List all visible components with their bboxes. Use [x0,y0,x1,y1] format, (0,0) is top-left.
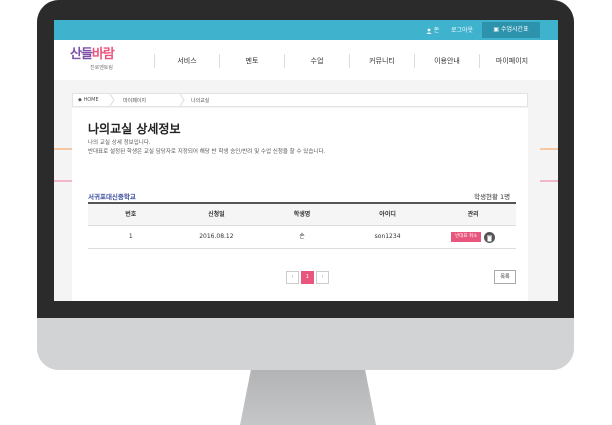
cell-id: son1234 [374,233,401,240]
calendar-icon: ▣ [493,26,500,33]
nav-item-service[interactable]: 서비스 [154,54,219,68]
logo[interactable]: 산들바람 [70,43,115,62]
nav-item-community[interactable]: 커뮤니티 [349,54,414,68]
pagination-page-current[interactable]: 1 [301,271,314,284]
nav-item-guide[interactable]: 이용안내 [414,54,479,68]
pagination: ‹ 1 › [286,271,329,284]
user-name: 돈 [433,27,440,34]
screen: 돈 로그아웃 ▣ 수업시간표 산들바람 진로멘토링 서비스 멘토 수업 커뮤니티… [54,20,558,301]
column-header-no: 번호 [125,211,137,218]
pagination-prev[interactable]: ‹ [286,271,299,284]
column-header-id: 아이디 [379,211,396,218]
breadcrumb-home-label: HOME [83,97,99,103]
header: 산들바람 진로멘토링 서비스 멘토 수업 커뮤니티 이용안내 마이페이지 [54,40,558,80]
student-count: 학생현황 1명 [474,193,511,201]
column-header-date: 신청일 [208,211,225,218]
page-description: 나의 교실 상세 정보입니다. [88,140,151,146]
monitor-chin [37,318,574,370]
logo-text-a: 산들 [70,47,93,62]
breadcrumb-home[interactable]: ◆ HOME [78,97,99,103]
cancel-representative-button[interactable]: 반대표 취소 [451,232,482,242]
page-note: 반대표로 설정된 학생은 교실 담당자로 지정되어 해당 반 학생 승인/반려 … [88,149,326,155]
decorative-stripe-right [540,148,558,182]
list-button[interactable]: 목록 [494,270,516,284]
main-nav: 서비스 멘토 수업 커뮤니티 이용안내 마이페이지 [154,54,544,68]
table-header: 번호 신청일 학생명 아이디 관리 [88,204,516,226]
logo-text-b: 바람 [91,47,115,62]
nav-item-mentor[interactable]: 멘토 [219,54,284,68]
trash-glyph [487,235,493,241]
cell-name: 손 [299,233,305,240]
nav-item-class[interactable]: 수업 [284,54,349,68]
decorative-stripe-left [54,148,72,182]
column-header-manage: 관리 [467,211,479,218]
user-link[interactable]: 돈 [426,25,439,34]
chevron-right-icon [109,94,115,106]
logo-subtitle: 진로멘토링 [90,65,114,71]
pagination-next[interactable]: › [316,271,329,284]
top-bar: 돈 로그아웃 ▣ 수업시간표 [54,20,558,40]
schedule-button-label: 수업시간표 [500,26,529,33]
column-header-name: 학생명 [293,211,311,218]
cell-manage: 반대표 취소 [430,226,516,248]
monitor-stand [240,370,376,425]
cell-no: 1 [128,233,133,240]
breadcrumb-mypage[interactable]: 마이페이지 [123,97,146,104]
table-row: 1 2016.08.12 손 son1234 반대표 취소 [88,226,516,249]
schedule-button[interactable]: ▣ 수업시간표 [482,22,540,38]
nav-item-mypage[interactable]: 마이페이지 [479,54,544,68]
home-icon: ◆ [78,97,82,103]
breadcrumb: ◆ HOME 마이페이지 나의교실 [72,93,528,107]
chevron-right-icon [179,94,185,106]
page-title: 나의교실 상세정보 [88,122,181,136]
student-table: 번호 신청일 학생명 아이디 관리 1 2016.08.12 손 son1234… [88,202,516,249]
breadcrumb-myclass[interactable]: 나의교실 [191,97,209,104]
content-panel: 나의교실 상세정보 나의 교실 상세 정보입니다. 반대표로 설정된 학생은 교… [72,108,528,301]
logout-link[interactable]: 로그아웃 [451,25,473,34]
trash-icon[interactable] [484,231,496,243]
cell-date: 2016.08.12 [199,233,234,240]
school-name: 서귀포대신중학교 [88,193,136,201]
person-icon [426,28,432,34]
